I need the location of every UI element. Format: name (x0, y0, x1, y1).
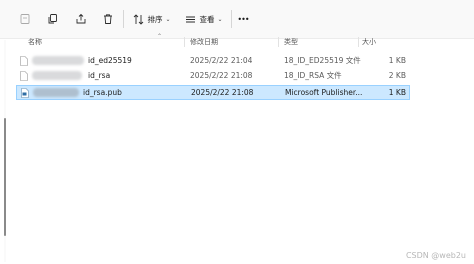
column-divider[interactable] (278, 37, 279, 47)
file-type: 18_ID_ED25519 文件 (284, 56, 361, 65)
sort-icon (134, 13, 144, 25)
file-name: id_ed25519 (88, 56, 132, 65)
more-options-button[interactable]: ••• (236, 8, 250, 30)
view-label: 查看 (199, 14, 215, 24)
copy-icon (48, 14, 57, 24)
column-header-row: ⌃ 名称 修改日期 类型 大小 (16, 33, 412, 48)
file-type: 18_ID_RSA 文件 (284, 71, 342, 80)
column-header-type[interactable]: 类型 (284, 36, 298, 48)
delete-button[interactable] (99, 8, 117, 30)
chevron-down-icon: ⌄ (217, 15, 223, 23)
share-button[interactable] (72, 8, 90, 30)
file-row[interactable]: id_rsa 2025/2/22 21:08 18_ID_RSA 文件 2 KB (16, 68, 410, 83)
file-explorer-window: 排序 ⌄ 查看 ⌄ ••• ⌃ 名称 修改日期 类型 大小 id_ed25519 (0, 0, 474, 264)
column-header-size[interactable]: 大小 (362, 36, 376, 48)
file-date: 2025/2/22 21:04 (190, 56, 253, 65)
redacted-name-part (32, 56, 84, 65)
column-divider[interactable] (184, 37, 185, 47)
sort-label: 排序 (147, 14, 163, 24)
toolbar-separator (123, 10, 124, 28)
watermark: CSDN @web2u (405, 251, 466, 260)
redacted-name-part (33, 88, 79, 97)
file-name: id_rsa (88, 71, 111, 80)
file-type: Microsoft Publisher... (285, 88, 363, 97)
file-row[interactable]: id_ed25519 2025/2/22 21:04 18_ID_ED25519… (16, 53, 410, 68)
view-button[interactable]: 查看 ⌄ (182, 8, 226, 30)
file-size: 1 KB (388, 88, 406, 97)
column-header-date[interactable]: 修改日期 (190, 36, 218, 48)
scrollbar-thumb[interactable] (4, 118, 6, 236)
copy-button[interactable] (44, 8, 62, 30)
publisher-file-icon (21, 88, 29, 98)
column-divider[interactable] (358, 37, 359, 47)
cut-icon (20, 14, 30, 24)
file-date: 2025/2/22 21:08 (190, 71, 253, 80)
file-date: 2025/2/22 21:08 (191, 88, 254, 97)
file-icon (20, 56, 28, 66)
file-icon (20, 71, 28, 81)
cut-button[interactable] (16, 8, 34, 30)
trash-icon (104, 14, 112, 24)
file-name: id_rsa.pub (83, 88, 122, 97)
sort-button[interactable]: 排序 ⌄ (131, 8, 173, 30)
view-icon (186, 16, 196, 22)
share-icon (76, 13, 86, 24)
file-row-selected[interactable]: id_rsa.pub 2025/2/22 21:08 Microsoft Pub… (16, 85, 410, 100)
file-size: 1 KB (388, 56, 406, 65)
command-bar: 排序 ⌄ 查看 ⌄ ••• (0, 0, 474, 39)
toolbar-separator (231, 10, 232, 28)
file-size: 2 KB (388, 71, 406, 80)
redacted-name-part (32, 71, 82, 80)
column-header-name[interactable]: 名称 (28, 36, 42, 48)
chevron-down-icon: ⌄ (165, 15, 171, 23)
sort-ascending-icon: ⌃ (157, 33, 163, 40)
